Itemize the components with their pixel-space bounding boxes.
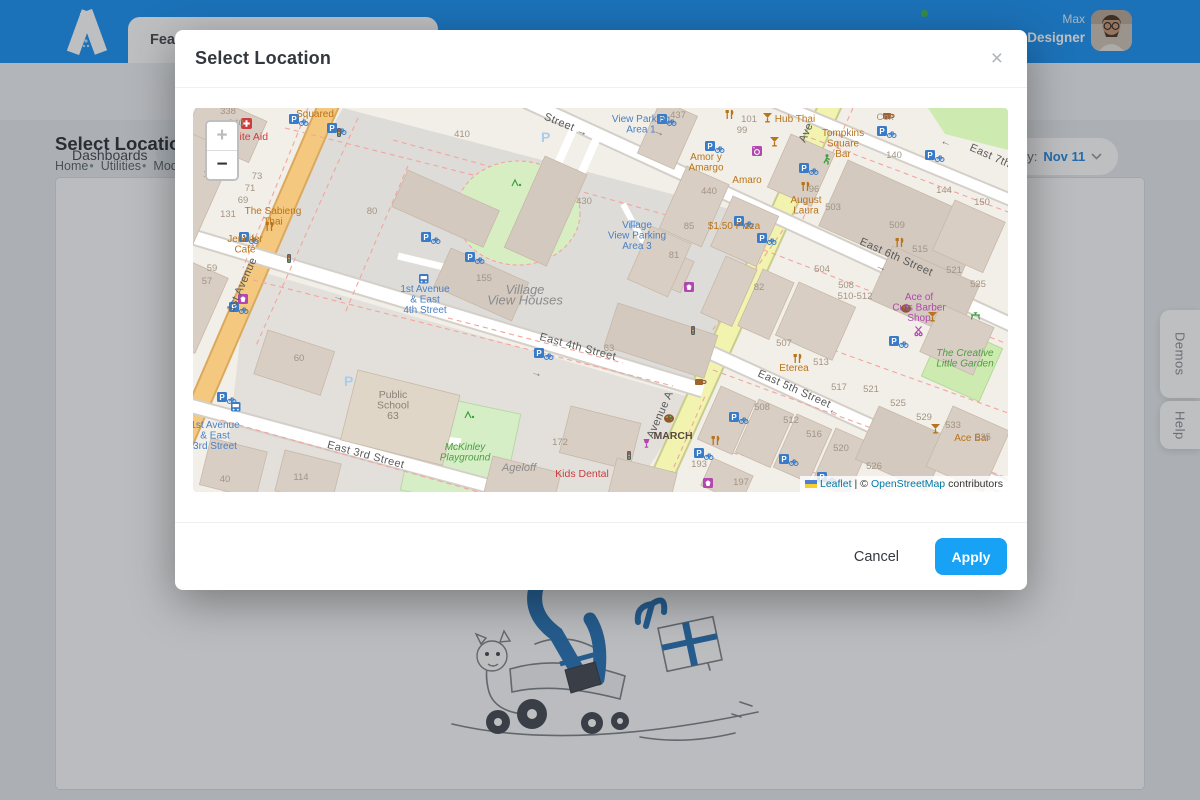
bus-icon	[419, 274, 429, 284]
close-icon[interactable]: ×	[987, 44, 1007, 73]
map-label: 516	[806, 429, 822, 440]
map-label: 521	[863, 384, 879, 395]
map-label: 510-512	[838, 291, 873, 302]
map-attribution: Leaflet | © OpenStreetMap contributors	[800, 476, 1008, 492]
map-label: 529	[916, 412, 932, 423]
map-label: 144	[936, 185, 952, 196]
map-label: McKinleyPlayground	[440, 442, 491, 464]
map-label: 82	[754, 282, 765, 293]
map-label: 521	[946, 265, 962, 276]
map-label: Amor yAmargo	[688, 152, 723, 174]
map-label: 193	[691, 459, 707, 470]
osm-link[interactable]: OpenStreetMap	[871, 478, 945, 490]
map-label: 535	[975, 432, 991, 443]
cancel-button[interactable]: Cancel	[844, 541, 909, 573]
map-label: 40	[220, 474, 231, 485]
map-label: Ageloff	[501, 462, 537, 474]
pa-icon	[541, 129, 550, 145]
bus-icon	[231, 402, 241, 412]
map-label: 515	[912, 244, 928, 255]
map-label: 63	[604, 343, 615, 354]
map-label: 114	[293, 472, 308, 483]
map-label: 131	[220, 209, 236, 220]
map-canvas: P P	[193, 108, 1008, 492]
map-label: Amaro	[732, 175, 762, 186]
map-label: 155	[476, 273, 492, 284]
map-label: 526	[866, 461, 882, 472]
map-label: 81	[669, 250, 680, 261]
map-label: 437	[670, 110, 686, 121]
map-label: AugustLaura	[790, 195, 821, 217]
map-label: Kids Dental	[555, 468, 609, 480]
map-label: 59	[207, 263, 218, 274]
map-label: 338	[220, 108, 236, 117]
map-label: 71	[245, 183, 256, 194]
map-label: 440	[701, 186, 717, 197]
map-label: 150	[974, 197, 990, 208]
map-label: 197	[733, 477, 749, 488]
map-label: 140	[886, 150, 902, 161]
map-label: 85	[684, 221, 695, 232]
map-label: 513	[813, 357, 829, 368]
map-label: 69	[238, 195, 249, 206]
map-label: The CreativeLittle Garden	[936, 348, 994, 370]
zoom-out-button[interactable]: −	[207, 151, 237, 179]
sh-icon	[684, 282, 694, 292]
attrib-divider: |	[855, 478, 858, 490]
leaflet-link[interactable]: Leaflet	[820, 478, 852, 490]
map-label: MARCH	[653, 430, 692, 442]
map-label: 525	[890, 398, 906, 409]
map-zoom-control: + −	[205, 120, 239, 181]
pa-icon	[344, 373, 353, 389]
map-label: 504	[814, 264, 830, 275]
map[interactable]: P P	[193, 108, 1008, 492]
map-label: 512	[783, 415, 799, 426]
sig-icon	[287, 254, 291, 263]
attrib-copyright: ©	[860, 478, 868, 490]
sig-icon	[337, 128, 341, 137]
sh-icon	[703, 478, 713, 488]
sig-icon	[627, 451, 631, 460]
map-label: 520	[833, 443, 849, 454]
map-label: 60	[294, 353, 305, 364]
map-label: 430	[576, 196, 592, 207]
map-label: 101	[741, 114, 757, 125]
map-label: 96	[809, 184, 820, 195]
map-label: 172	[552, 437, 568, 448]
modal-body: P P	[175, 88, 1027, 492]
ukraine-flag-icon	[805, 480, 817, 488]
ws-icon	[752, 146, 762, 156]
map-label: 508	[754, 402, 770, 413]
modal-header: Select Location ×	[175, 30, 1027, 88]
map-label: Eterea	[779, 363, 809, 374]
map-label: Hub Thai	[775, 114, 815, 125]
map-label: 410	[454, 129, 470, 140]
map-label: $1.50 Pizza	[708, 221, 761, 232]
map-label: 57	[202, 276, 213, 287]
map-label: 507	[776, 338, 792, 349]
map-label: 503	[825, 202, 841, 213]
select-location-modal: Select Location × P P	[175, 30, 1027, 590]
map-label: 517	[831, 382, 847, 393]
map-label: 80	[367, 206, 378, 217]
sig-icon	[691, 326, 695, 335]
map-label: Cox	[877, 112, 894, 123]
map-label: 533	[945, 420, 961, 431]
map-label: 525	[970, 279, 986, 290]
apply-button[interactable]: Apply	[935, 538, 1007, 575]
modal-footer: Cancel Apply	[175, 522, 1027, 590]
modal-title: Select Location	[195, 48, 331, 69]
attrib-contributors: contributors	[948, 478, 1003, 490]
map-label: 509	[889, 220, 905, 231]
map-label: 99	[737, 125, 748, 136]
map-label: Squared	[296, 109, 334, 120]
zoom-in-button[interactable]: +	[207, 122, 237, 151]
map-label: 73	[252, 171, 263, 182]
map-label: 508	[838, 280, 854, 291]
